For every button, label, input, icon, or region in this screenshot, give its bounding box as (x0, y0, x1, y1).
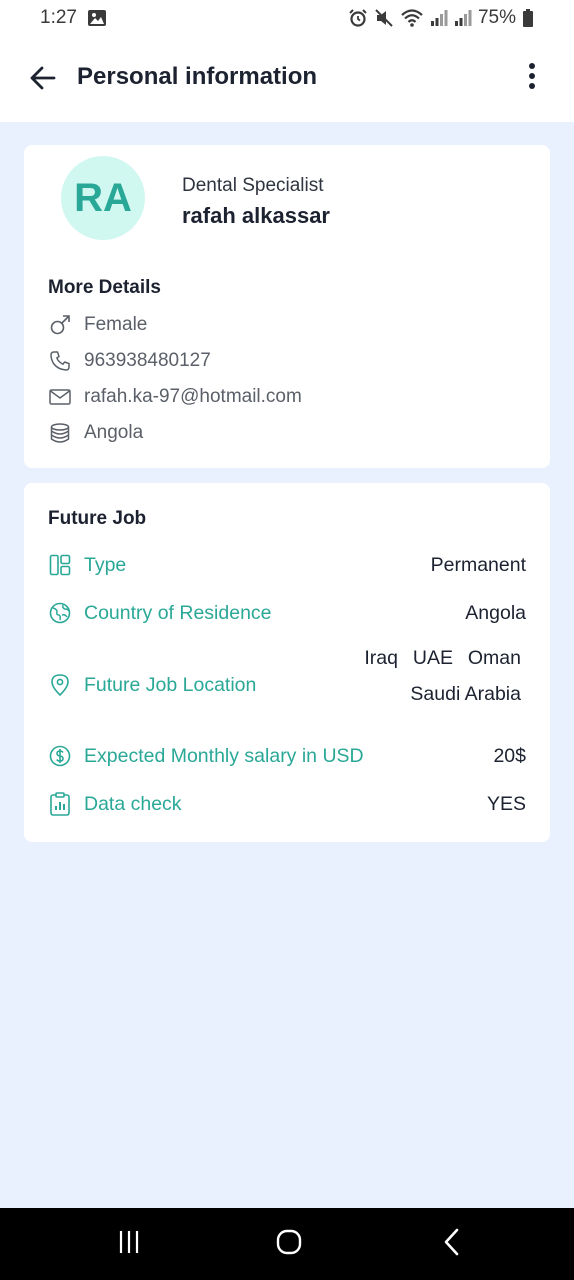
back-icon (441, 1228, 461, 1261)
avatar: RA (61, 156, 145, 240)
job-type-row: Type Permanent (48, 553, 526, 577)
alarm-icon (348, 8, 368, 28)
job-type-value: Permanent (430, 553, 526, 576)
future-job-title: Future Job (48, 508, 147, 529)
profession: Dental Specialist (182, 175, 324, 196)
location-chip: Saudi Arabia (410, 683, 521, 705)
salary-value: 20$ (493, 744, 526, 767)
page-title: Personal information (77, 63, 318, 90)
status-time: 1:27 (40, 7, 77, 28)
country-residence-label: Country of Residence (84, 601, 272, 624)
status-bar: 1:27 75% (0, 0, 574, 36)
battery-icon (522, 9, 534, 27)
status-left: 1:27 (40, 7, 107, 29)
coins-icon (48, 421, 72, 445)
country-residence-value: Angola (465, 601, 526, 624)
future-location-row: Future Job Location Iraq UAE Oman Saudi … (48, 647, 526, 705)
recents-button[interactable] (112, 1228, 146, 1260)
user-name: rafah alkassar (182, 203, 330, 228)
future-job-card: Future Job Type Permanent Country of Res… (24, 483, 550, 842)
data-check-row: Data check YES (48, 792, 526, 816)
battery-percent: 75% (477, 7, 516, 28)
future-location-label: Future Job Location (84, 673, 257, 696)
globe-icon (48, 601, 72, 625)
app-bar: Personal information (0, 36, 574, 122)
detail-phone: 963938480127 (48, 347, 211, 375)
email-value: rafah.ka-97@hotmail.com (84, 386, 302, 407)
arrow-left-icon (28, 64, 56, 97)
location-chip: UAE (412, 647, 453, 669)
wifi-icon (400, 8, 424, 28)
salary-label: Expected Monthly salary in USD (84, 744, 364, 767)
mail-icon (48, 385, 72, 409)
detail-email: rafah.ka-97@hotmail.com (48, 383, 302, 411)
location-chip: Oman (467, 647, 521, 669)
mute-icon (374, 8, 394, 28)
profile-card: RA Dental Specialist rafah alkassar More… (24, 145, 550, 468)
more-vertical-icon (528, 62, 536, 95)
data-check-value: YES (486, 792, 526, 815)
gender-value: Female (84, 314, 148, 335)
layout-icon (48, 553, 72, 577)
phone-icon (48, 349, 72, 373)
clipboard-chart-icon (48, 792, 72, 816)
country-residence-row: Country of Residence Angola (48, 601, 526, 625)
detail-gender: Female (48, 311, 147, 339)
signal-icon (454, 9, 472, 27)
phone-value: 963938480127 (84, 350, 211, 371)
map-pin-icon (48, 673, 72, 697)
image-icon (87, 9, 107, 27)
recents-icon (116, 1229, 142, 1260)
home-icon (275, 1228, 303, 1261)
male-icon (48, 313, 72, 337)
back-button[interactable] (26, 64, 58, 96)
job-type-label: Type (84, 553, 127, 576)
signal-icon (430, 9, 448, 27)
more-options-button[interactable] (520, 62, 544, 94)
system-nav-bar (0, 1208, 574, 1280)
detail-country: Angola (48, 419, 143, 447)
location-chip: Iraq (364, 647, 398, 669)
status-right: 75% (348, 7, 534, 29)
home-button[interactable] (272, 1228, 306, 1260)
salary-row: Expected Monthly salary in USD 20$ (48, 744, 526, 768)
data-check-label: Data check (84, 792, 182, 815)
dollar-circle-icon (48, 744, 72, 768)
country-value: Angola (84, 422, 144, 443)
nav-back-button[interactable] (436, 1228, 466, 1260)
more-details-title: More Details (48, 277, 161, 298)
